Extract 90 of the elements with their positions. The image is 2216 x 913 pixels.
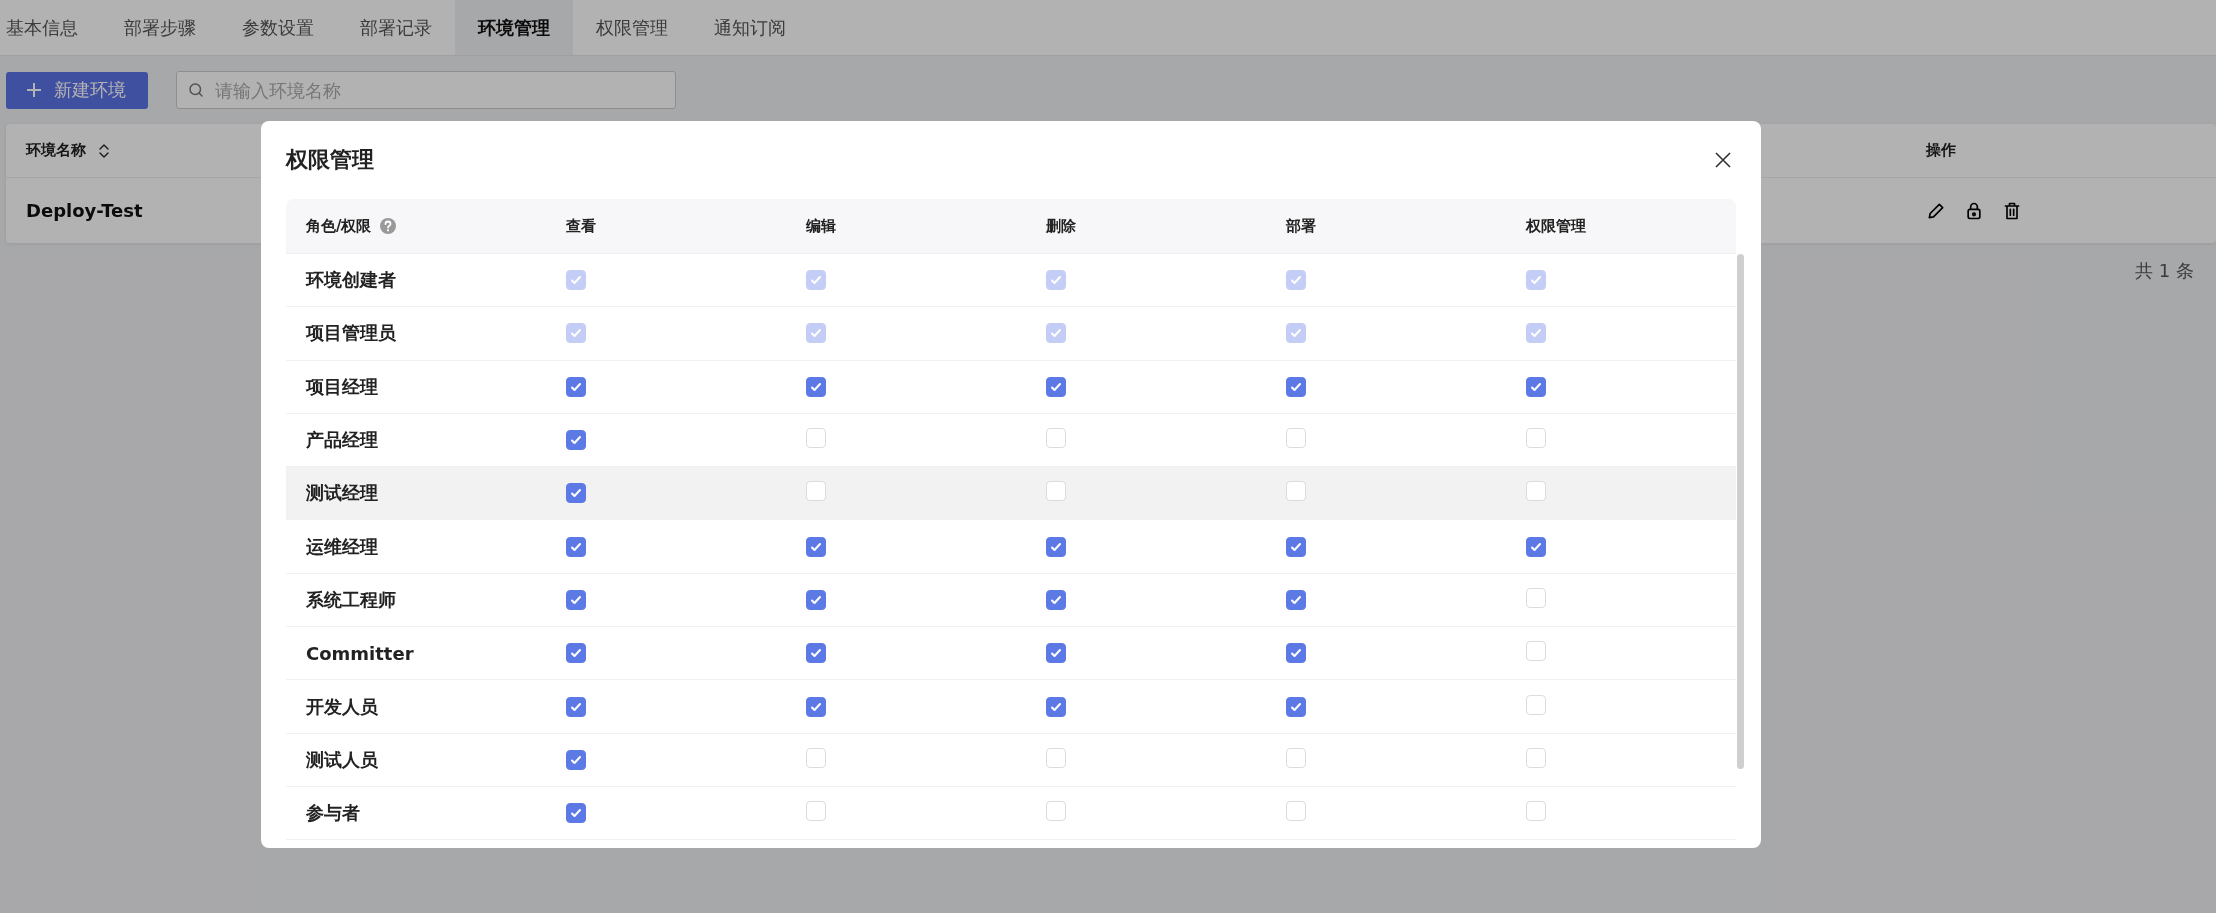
checkbox[interactable] — [806, 376, 826, 397]
column-header: 环境名称 — [26, 141, 86, 160]
checkbox[interactable] — [806, 696, 826, 717]
role-name: 运维经理 — [306, 534, 379, 559]
column-header: 删除 — [1046, 216, 1076, 236]
role-name: 环境创建者 — [306, 268, 397, 293]
column-header: 角色/权限 — [306, 216, 372, 236]
check-icon — [570, 807, 582, 820]
column-header: 编辑 — [806, 216, 836, 236]
column-header: 操作 — [1926, 141, 1956, 160]
check-icon — [570, 647, 582, 660]
checkbox[interactable] — [1046, 589, 1066, 610]
checkbox[interactable] — [1046, 696, 1066, 717]
check-icon — [1290, 700, 1302, 713]
search-field[interactable]: 请输入环境名称 — [176, 71, 676, 109]
role-name: 项目管理员 — [306, 321, 397, 346]
checkbox[interactable] — [1286, 536, 1306, 557]
checkbox[interactable] — [566, 589, 586, 610]
total-count: 共 1 条 — [2135, 259, 2194, 283]
check-icon — [1290, 540, 1302, 553]
check-icon — [810, 380, 822, 393]
help-icon[interactable] — [379, 217, 398, 235]
checkbox[interactable] — [1046, 376, 1066, 397]
checkbox[interactable] — [566, 376, 586, 397]
checkbox[interactable] — [1286, 589, 1306, 610]
check-icon — [810, 540, 822, 553]
pencil-icon[interactable] — [1926, 200, 1946, 221]
check-icon — [570, 434, 582, 447]
tab[interactable]: 部署步骤 — [101, 0, 219, 55]
checkbox[interactable] — [1046, 643, 1066, 664]
checkbox[interactable] — [1046, 536, 1066, 557]
search-icon — [187, 81, 205, 99]
role-name: 系统工程师 — [306, 587, 397, 612]
check-icon — [1290, 593, 1302, 606]
check-icon — [570, 753, 582, 766]
role-name: Committer — [306, 642, 415, 664]
check-icon — [570, 540, 582, 553]
tab[interactable]: 环境管理 — [455, 0, 573, 55]
check-icon — [1530, 380, 1542, 393]
new-environment-button[interactable]: 新建环境 — [6, 71, 148, 109]
check-icon — [1290, 647, 1302, 660]
checkbox[interactable] — [1286, 643, 1306, 664]
checkbox[interactable] — [1286, 376, 1306, 397]
check-icon — [1530, 540, 1542, 553]
plus-icon — [26, 82, 42, 98]
checkbox[interactable] — [1526, 376, 1546, 397]
checkbox[interactable] — [566, 536, 586, 557]
role-name: 测试人员 — [306, 747, 379, 772]
dialog-title: 权限管理 — [286, 146, 374, 174]
checkbox[interactable] — [806, 643, 826, 664]
check-icon — [1050, 380, 1062, 393]
check-icon — [810, 647, 822, 660]
tab[interactable]: 通知订阅 — [691, 0, 809, 55]
check-icon — [1050, 700, 1062, 713]
check-icon — [810, 593, 822, 606]
column-header: 权限管理 — [1526, 216, 1586, 236]
checkbox[interactable] — [1526, 536, 1546, 557]
role-name: 产品经理 — [306, 428, 379, 453]
role-name: 参与者 — [306, 801, 361, 826]
lock-icon[interactable] — [1964, 200, 1984, 221]
tab[interactable]: 权限管理 — [573, 0, 691, 55]
role-name: 项目经理 — [306, 374, 379, 399]
check-icon — [1290, 380, 1302, 393]
check-icon — [810, 700, 822, 713]
checkbox[interactable] — [566, 430, 586, 451]
scrollbar[interactable] — [1737, 254, 1744, 769]
tab[interactable]: 基本信息 — [0, 0, 101, 55]
check-icon — [1050, 540, 1062, 553]
checkbox[interactable] — [566, 696, 586, 717]
tab[interactable]: 参数设置 — [219, 0, 337, 55]
role-name: 开发人员 — [306, 694, 379, 719]
checkbox[interactable] — [1286, 696, 1306, 717]
trash-icon[interactable] — [2002, 200, 2022, 221]
checkbox[interactable] — [566, 483, 586, 504]
checkbox[interactable] — [566, 749, 586, 770]
column-header: 部署 — [1286, 216, 1316, 236]
role-name: 测试经理 — [306, 481, 379, 506]
check-icon — [570, 487, 582, 500]
tab[interactable]: 部署记录 — [337, 0, 455, 55]
check-icon — [1050, 593, 1062, 606]
checkbox[interactable] — [566, 643, 586, 664]
checkbox[interactable] — [566, 803, 586, 824]
column-header: 查看 — [566, 216, 596, 236]
check-icon — [570, 700, 582, 713]
checkbox[interactable] — [806, 536, 826, 557]
environment-name: Deploy-Test — [26, 200, 144, 221]
check-icon — [570, 380, 582, 393]
checkbox[interactable] — [806, 589, 826, 610]
check-icon — [570, 593, 582, 606]
check-icon — [1050, 647, 1062, 660]
